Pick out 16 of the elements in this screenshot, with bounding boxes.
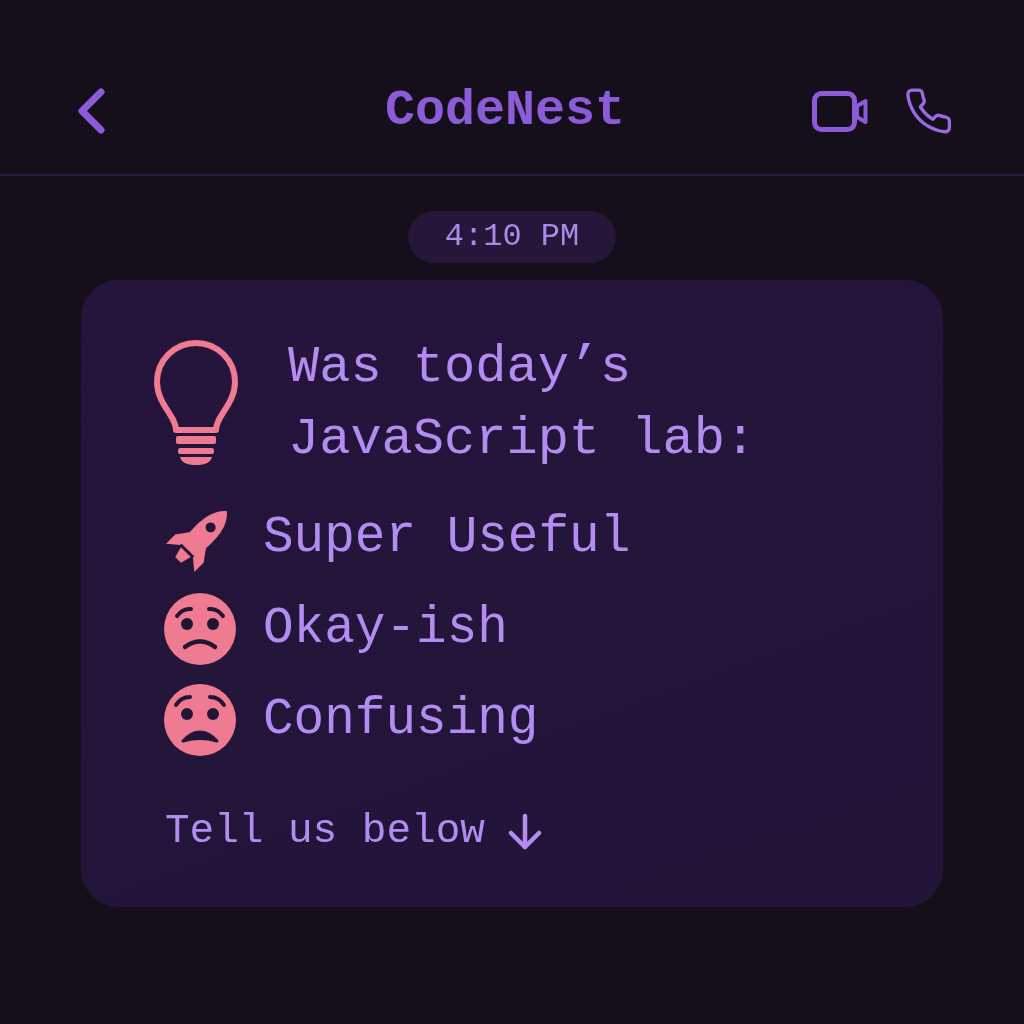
phone-icon xyxy=(905,88,952,134)
poll-option: Confusing xyxy=(263,683,539,757)
back-chevron-icon xyxy=(76,87,106,135)
voice-call-button[interactable] xyxy=(905,88,952,134)
anxious-face-icon xyxy=(163,683,237,757)
lightbulb-icon xyxy=(152,338,240,465)
poll-option: Super Useful xyxy=(263,501,631,575)
timestamp-pill: 4:10 PM xyxy=(407,211,617,263)
back-button[interactable] xyxy=(76,87,106,135)
video-call-button[interactable] xyxy=(812,90,868,132)
worried-face-icon xyxy=(163,592,237,666)
poll-option: Okay-ish xyxy=(263,592,508,666)
video-camera-icon xyxy=(812,90,868,132)
chat-title: CodeNest xyxy=(384,81,625,141)
poll-question: Was today’s JavaScript lab: xyxy=(288,337,758,471)
footer-prompt: Tell us below xyxy=(165,807,485,856)
